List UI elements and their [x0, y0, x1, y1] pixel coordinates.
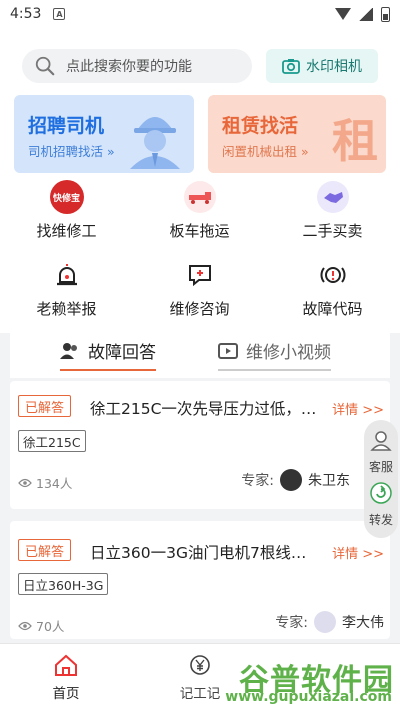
share-label[interactable]: 转发 [369, 511, 393, 528]
nav-home[interactable]: 首页 [26, 652, 106, 702]
kuaixiubao-logo-icon: 快修宝 [49, 180, 84, 214]
banner-rental[interactable]: 租赁找活 闲置机械出租 » 租 [208, 95, 386, 173]
quick-repair-consult-label: 维修咨询 [169, 300, 230, 318]
avatar [314, 611, 336, 633]
search-input[interactable]: 点此搜索你要的功能 [66, 56, 192, 76]
expert-info: 专家: 李大伟 [275, 611, 384, 633]
banner-hire-driver-subtitle: 司机招聘找活 » [28, 144, 115, 159]
users-icon [60, 342, 77, 359]
tab-fault-answers-label: 故障回答 [88, 343, 156, 363]
notification-a-icon: A [53, 8, 66, 20]
detail-link[interactable]: 详情 >> [332, 399, 384, 418]
handshake-icon [316, 180, 350, 214]
expert-name: 李大伟 [342, 615, 384, 631]
tab-repair-videos-label: 维修小视频 [246, 343, 331, 363]
quick-tow[interactable]: 板车拖运 [133, 180, 266, 241]
view-count-text: 70人 [36, 619, 65, 634]
expert-label: 专家: [241, 473, 274, 489]
status-right-icons [335, 6, 390, 22]
status-time: 4:53 [10, 6, 42, 22]
tow-truck-icon [183, 180, 217, 214]
search-bar[interactable]: 点此搜索你要的功能 [22, 49, 252, 83]
status-bar: 4:53 A [0, 0, 400, 28]
content-tabs: 故障回答 维修小视频 [10, 328, 390, 378]
status-badge: 已解答 [18, 395, 72, 417]
tab-fault-answers[interactable]: 故障回答 [60, 338, 156, 371]
eye-icon [18, 478, 32, 487]
expert-info: 专家: 朱卫东 [241, 469, 350, 491]
quick-find-mechanic[interactable]: 快修宝 找维修工 [0, 180, 133, 241]
watermark-camera-label: 水印相机 [306, 59, 362, 75]
banner-rental-subtitle: 闲置机械出租 » [222, 144, 309, 159]
quick-find-mechanic-label: 找维修工 [36, 222, 97, 240]
video-icon [218, 342, 238, 359]
question-title: 日立360一3G油门电机7根线… [90, 544, 307, 562]
floating-actions: 客服 转发 [364, 420, 398, 538]
search-icon [35, 56, 55, 76]
nav-home-label: 首页 [52, 686, 80, 702]
signal-icon [359, 7, 373, 21]
banner-hire-driver-title: 招聘司机 [28, 115, 105, 137]
chat-plus-icon [183, 258, 217, 292]
quick-debtor-report[interactable]: 老赖举报 [0, 258, 133, 319]
quick-fault-code[interactable]: 故障代码 [266, 258, 399, 319]
banner-hire-driver[interactable]: 招聘司机 司机招聘找活 » [14, 95, 194, 173]
question-card[interactable]: 已解答 日立360一3G油门电机7根线… 详情 >> 日立360H-3G 70人… [10, 521, 390, 639]
expert-label: 专家: [275, 615, 308, 631]
banner-rental-big-char: 租 [332, 114, 378, 168]
camera-icon [282, 59, 300, 74]
share-icon[interactable] [369, 481, 393, 505]
detail-link[interactable]: 详情 >> [332, 543, 384, 562]
banner-rental-title: 租赁找活 [222, 115, 299, 137]
customer-service-label[interactable]: 客服 [369, 458, 393, 475]
machine-tag: 徐工215C [18, 430, 86, 452]
site-watermark-url: www.gupuxiazai.com [225, 689, 392, 705]
view-count: 134人 [18, 473, 72, 492]
quick-tow-label: 板车拖运 [169, 222, 230, 240]
worker-helmet-icon [130, 117, 180, 169]
avatar [280, 469, 302, 491]
quick-fault-code-label: 故障代码 [302, 300, 363, 318]
status-badge: 已解答 [18, 539, 72, 561]
quick-debtor-report-label: 老赖举报 [36, 300, 97, 318]
tab-active-underline [60, 369, 156, 371]
watermark-camera-button[interactable]: 水印相机 [266, 49, 378, 83]
question-card[interactable]: 已解答 徐工215C一次先导压力过低，… 详情 >> 徐工215C 134人 专… [10, 381, 390, 509]
kuaixiubao-logo-text: 快修宝 [49, 180, 84, 214]
quick-second-hand[interactable]: 二手买卖 [266, 180, 399, 241]
view-count: 70人 [18, 616, 64, 635]
question-title: 徐工215C一次先导压力过低，… [90, 400, 317, 418]
customer-service-icon[interactable] [369, 428, 393, 452]
view-count-text: 134人 [36, 476, 73, 491]
machine-tag: 日立360H-3G [18, 573, 109, 595]
home-icon [53, 652, 79, 678]
quick-second-hand-label: 二手买卖 [302, 222, 363, 240]
alarm-light-icon [50, 258, 84, 292]
expert-name: 朱卫东 [308, 473, 350, 489]
eye-icon [18, 621, 32, 630]
quick-repair-consult[interactable]: 维修咨询 [133, 258, 266, 319]
battery-icon [381, 6, 390, 22]
tab-inactive-underline [218, 369, 331, 371]
tab-repair-videos[interactable]: 维修小视频 [218, 338, 331, 371]
yen-circle-icon [187, 652, 213, 678]
warning-circle-icon [316, 258, 350, 292]
wifi-icon [335, 8, 351, 20]
